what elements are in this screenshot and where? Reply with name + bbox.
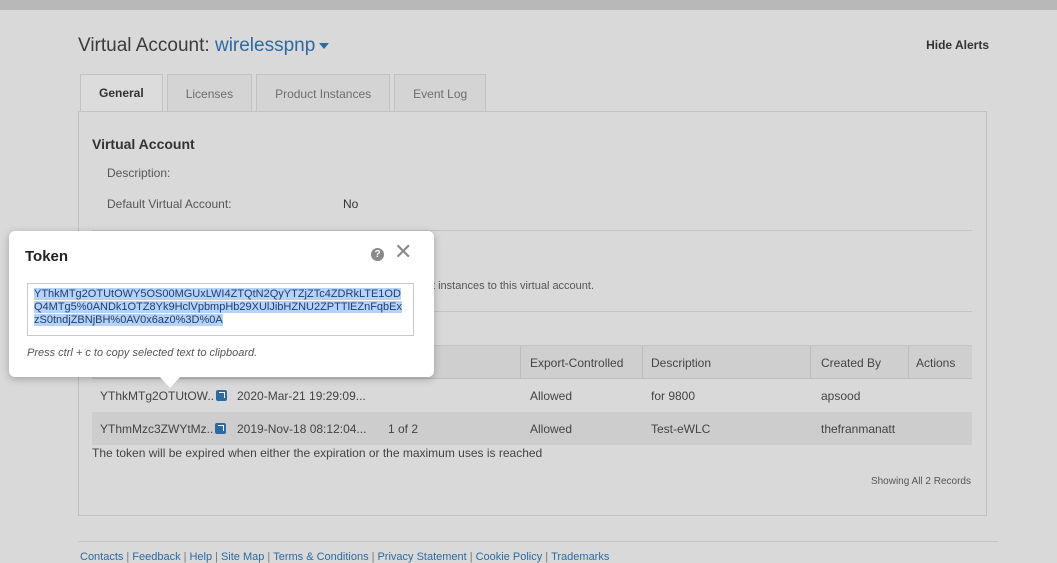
footer-links: Contacts | Feedback | Help | Site Map | Terms & … — [80, 551, 610, 563]
tab-general[interactable]: General — [80, 74, 163, 112]
expiration-cell: 2020-Mar-21 19:29:09... — [237, 389, 366, 403]
token-selected-text: YThkMTg2OTUtOWY5OS00MGUxLWI4ZTQtN2QyYTZj… — [34, 288, 402, 326]
footer-divider — [78, 541, 998, 542]
account-name: wirelesspnp — [214, 35, 316, 56]
token-cell[interactable]: YThmMzc3ZWYtMz.. — [100, 422, 227, 436]
token-cell[interactable]: YThkMTg2OTUtOW.. — [100, 389, 228, 403]
records-count: Showing All 2 Records — [870, 476, 971, 487]
description-row: Description: — [107, 166, 170, 180]
tokens-description-partial: t instances to this virtual account. — [432, 280, 595, 292]
tab-product-instances[interactable]: Product Instances — [256, 74, 391, 112]
token-link[interactable]: YThmMzc3ZWYtMz.. — [100, 422, 213, 436]
footer-link-feedback[interactable]: Feedback — [132, 551, 180, 563]
footer-link-trademarks[interactable]: Trademarks — [551, 551, 609, 563]
top-bar — [0, 0, 1057, 10]
header-created-by[interactable]: Created By — [821, 356, 881, 370]
footer-link-site-map[interactable]: Site Map — [221, 551, 264, 563]
description-cell: for 9800 — [651, 389, 696, 403]
column-separator — [520, 346, 521, 379]
token-popup: Token ? ✕ YThkMTg2OTUtOWY5OS00MGUxLWI4ZT… — [9, 231, 434, 388]
tab-licenses[interactable]: Licenses — [166, 74, 253, 112]
default-account-label: Default Virtual Account: — [107, 197, 232, 211]
popup-title: Token — [25, 248, 69, 265]
expiration-note: The token will be expired when either th… — [92, 446, 543, 460]
export-cell: Allowed — [530, 389, 573, 403]
footer-link-privacy[interactable]: Privacy Statement — [377, 551, 466, 563]
footer-link-help[interactable]: Help — [189, 551, 212, 563]
column-separator — [810, 346, 811, 379]
close-icon[interactable]: ✕ — [394, 241, 412, 263]
created-by-cell: apsood — [821, 389, 861, 403]
section-title-virtual-account: Virtual Account — [92, 136, 195, 152]
description-label: Description: — [107, 166, 171, 180]
column-separator — [642, 346, 643, 379]
page-title: Virtual Account: wirelesspnp — [78, 35, 330, 57]
header-export-controlled[interactable]: Export-Controlled — [530, 356, 623, 370]
tab-event-log[interactable]: Event Log — [394, 74, 487, 112]
footer-link-contacts[interactable]: Contacts — [80, 551, 123, 563]
column-separator — [908, 346, 909, 379]
header-description[interactable]: Description — [651, 356, 711, 370]
account-selector[interactable]: wirelesspnp — [214, 35, 330, 56]
export-cell: Allowed — [530, 422, 573, 436]
table-row: YThkMTg2OTUtOW.. 2020-Mar-21 19:29:09...… — [92, 379, 972, 412]
popup-pointer — [159, 376, 181, 388]
hide-alerts-link[interactable]: Hide Alerts — [926, 38, 989, 52]
token-text[interactable]: YThkMTg2OTUtOWY5OS00MGUxLWI4ZTQtN2QyYTZj… — [34, 288, 407, 327]
created-by-cell: thefranmanatt — [821, 422, 896, 436]
external-link-icon[interactable] — [216, 390, 228, 401]
expiration-cell: 2019-Nov-18 08:12:04... — [237, 422, 367, 436]
header-actions: Actions — [916, 356, 956, 370]
page-title-prefix: Virtual Account: — [78, 35, 210, 56]
uses-cell: 1 of 2 — [388, 422, 419, 436]
footer-link-cookie-policy[interactable]: Cookie Policy — [476, 551, 543, 563]
help-icon[interactable]: ? — [371, 248, 384, 261]
external-link-icon[interactable] — [215, 423, 227, 434]
table-row: YThmMzc3ZWYtMz.. 2019-Nov-18 08:12:04...… — [92, 412, 972, 445]
token-textarea[interactable]: YThkMTg2OTUtOWY5OS00MGUxLWI4ZTQtN2QyYTZj… — [27, 283, 414, 336]
copy-hint: Press ctrl + c to copy selected text to … — [27, 347, 258, 359]
tab-bar: General Licenses Product Instances Event… — [80, 74, 490, 112]
description-cell: Test-eWLC — [651, 422, 711, 436]
footer-link-terms[interactable]: Terms & Conditions — [273, 551, 368, 563]
default-account-row: Default Virtual Account: No — [107, 197, 358, 211]
default-account-value: No — [343, 197, 359, 211]
caret-down-icon — [319, 42, 330, 49]
token-link[interactable]: YThkMTg2OTUtOW.. — [100, 389, 214, 403]
